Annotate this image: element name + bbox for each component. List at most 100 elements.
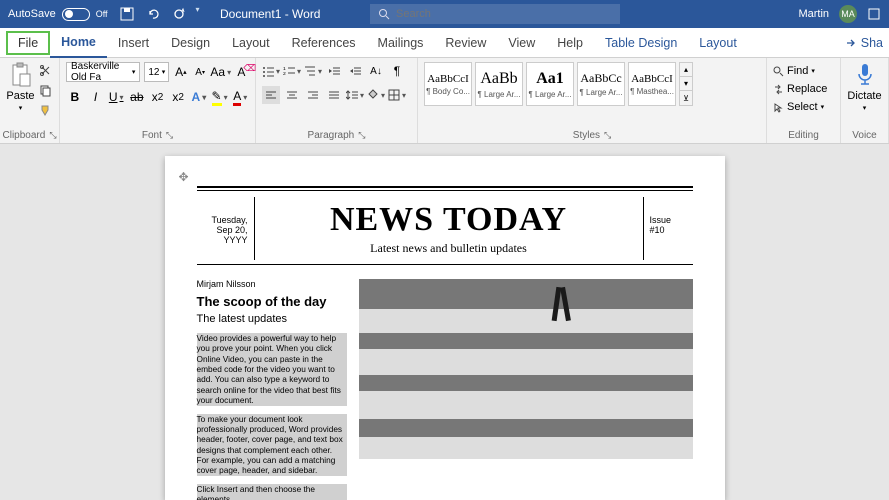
style-3[interactable]: AaBbCc¶ Large Ar... [577,62,625,106]
article-paragraph: To make your document look professionall… [197,414,347,476]
italic-button[interactable]: I [87,88,105,106]
cut-icon[interactable] [37,62,53,78]
article-paragraph: Video provides a powerful way to help yo… [197,333,347,406]
microphone-icon [855,62,875,88]
dialog-launcher-icon[interactable]: ⤡ [49,130,56,141]
underline-button[interactable]: U [107,88,125,106]
masthead-issue: Issue#10 [643,197,693,260]
replace-button[interactable]: Replace [773,80,834,98]
align-center-icon[interactable] [283,86,301,104]
shrink-font-icon[interactable]: A▾ [193,63,208,81]
bullets-icon[interactable] [262,62,280,80]
undo-icon[interactable] [144,5,162,23]
document-title: Document1 - Word [220,7,320,21]
tab-help[interactable]: Help [546,28,594,58]
font-size-selector[interactable]: 12▾ [144,62,169,82]
paste-button[interactable]: Paste ▾ [6,62,35,118]
search-input[interactable] [396,8,612,20]
borders-icon[interactable] [388,86,406,104]
justify-icon[interactable] [325,86,343,104]
line-spacing-icon[interactable] [346,86,364,104]
newspaper-title: NEWS TODAY [263,201,635,239]
article-image [359,279,693,500]
masthead: Tuesday,Sep 20,YYYY NEWS TODAY Latest ne… [197,197,693,260]
dictate-button[interactable]: Dictate ▾ [847,62,882,112]
autosave-toggle[interactable] [62,8,90,21]
style-4[interactable]: AaBbCcI¶ Masthea... [628,62,676,106]
user-area: Martin MA [798,5,881,23]
bold-button[interactable]: B [66,88,84,106]
style-0[interactable]: AaBbCcI¶ Body Co... [424,62,472,106]
document-page: ✥ Tuesday,Sep 20,YYYY NEWS TODAY Latest … [165,156,725,500]
redo-icon[interactable] [170,5,188,23]
decrease-indent-icon[interactable] [325,62,343,80]
dialog-launcher-icon[interactable]: ⤡ [358,130,365,141]
styles-more-icon[interactable]: ⊻ [680,91,692,105]
ribbon-tabs: File Home Insert Design Layout Reference… [0,28,889,58]
styles-up-icon[interactable]: ▴ [680,63,692,77]
editing-label: Editing [788,130,819,141]
align-left-icon[interactable] [262,86,280,104]
tab-design[interactable]: Design [160,28,221,58]
pedestrian-figure [549,279,575,321]
newspaper-subtitle: Latest news and bulletin updates [263,241,635,256]
styles-group: AaBbCcI¶ Body Co...AaBb¶ Large Ar...Aa1¶… [418,58,767,143]
show-marks-icon[interactable]: ¶ [388,62,406,80]
style-1[interactable]: AaBb¶ Large Ar... [475,62,523,106]
align-right-icon[interactable] [304,86,322,104]
tab-mailings[interactable]: Mailings [367,28,435,58]
avatar[interactable]: MA [839,5,857,23]
paragraph-label: Paragraph [308,130,355,141]
byline: Mirjam Nilsson [197,279,347,289]
copy-icon[interactable] [37,82,53,98]
title-bar: AutoSave Off ▾ Document1 - Word Martin M… [0,0,889,28]
ribbon: Paste ▾ Clipboard⤡ Baskerville Old Fa▾ 1… [0,58,889,144]
styles-down-icon[interactable]: ▾ [680,77,692,91]
grow-font-icon[interactable]: A▴ [173,63,188,81]
subscript-button[interactable]: x2 [149,88,167,106]
find-button[interactable]: Find▾ [773,62,834,80]
user-name[interactable]: Martin [798,8,829,20]
table-move-handle-icon[interactable]: ✥ [179,170,189,184]
tab-review[interactable]: Review [434,28,497,58]
clear-formatting-icon[interactable]: A⌫ [234,63,249,81]
autosave-control[interactable]: AutoSave Off [8,8,108,21]
autosave-state: Off [96,9,108,19]
tab-home[interactable]: Home [50,28,107,58]
tab-layout[interactable]: Layout [221,28,281,58]
shading-icon[interactable] [367,86,385,104]
superscript-button[interactable]: x2 [169,88,187,106]
format-painter-icon[interactable] [37,102,53,118]
multilevel-list-icon[interactable] [304,62,322,80]
font-color-icon[interactable]: A [231,88,249,106]
dialog-launcher-icon[interactable]: ⤡ [604,130,611,141]
tab-layout-contextual[interactable]: Layout [688,28,748,58]
tab-view[interactable]: View [497,28,546,58]
search-box[interactable] [370,4,620,24]
document-workspace[interactable]: ✥ Tuesday,Sep 20,YYYY NEWS TODAY Latest … [0,144,889,500]
select-button[interactable]: Select▾ [773,98,834,116]
tab-references[interactable]: References [281,28,367,58]
font-name-selector[interactable]: Baskerville Old Fa▾ [66,62,140,82]
tab-file[interactable]: File [6,31,50,55]
save-icon[interactable] [118,5,136,23]
strikethrough-button[interactable]: ab [128,88,146,106]
tab-table-design[interactable]: Table Design [594,28,688,58]
increase-indent-icon[interactable] [346,62,364,80]
change-case-icon[interactable]: Aa [212,63,230,81]
text-effects-icon[interactable]: A [190,88,208,106]
dialog-launcher-icon[interactable]: ⤡ [166,130,173,141]
tab-insert[interactable]: Insert [107,28,160,58]
article-headline: The scoop of the day [197,294,347,309]
search-icon [378,8,390,20]
styles-label: Styles [573,130,600,141]
editing-group: Find▾ Replace Select▾ Editing [767,58,841,143]
quick-access-toolbar: ▾ [118,5,200,23]
sort-icon[interactable]: A↓ [367,62,385,80]
style-2[interactable]: Aa1¶ Large Ar... [526,62,574,106]
numbering-icon[interactable]: 12 [283,62,301,80]
window-mode-icon[interactable] [867,7,881,21]
font-group: Baskerville Old Fa▾ 12▾ A▴ A▾ Aa A⌫ B I … [60,58,256,143]
highlight-icon[interactable]: ✎ [211,88,229,106]
share-button[interactable]: Sha [845,36,883,50]
